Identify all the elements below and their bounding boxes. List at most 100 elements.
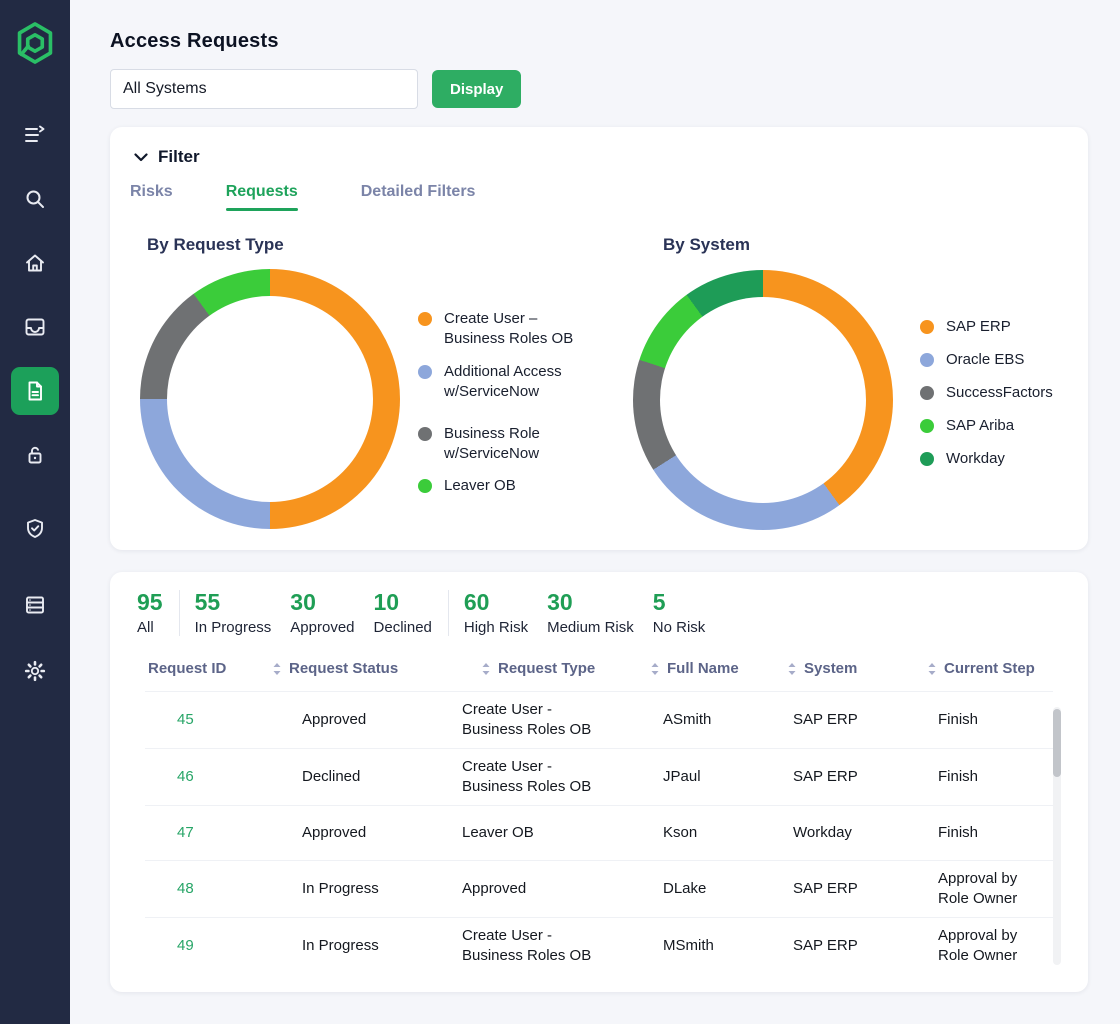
request-id-link[interactable]: 46: [177, 768, 194, 785]
stat-label: Approved: [290, 619, 354, 636]
summary-stats: 95 All 55 In Progress 30 Approved 10 Dec…: [110, 572, 1088, 636]
request-id-link[interactable]: 48: [177, 880, 194, 897]
cell-full-name: MSmith: [615, 928, 748, 964]
server-icon: [23, 593, 47, 617]
sidebar-item-security[interactable]: [11, 505, 59, 553]
legend-dot: [920, 353, 934, 367]
hexagon-logo-icon: [15, 20, 55, 66]
scrollbar-track[interactable]: [1053, 707, 1061, 965]
cell-request-type: Leaver OB: [417, 815, 615, 851]
cell-system: SAP ERP: [748, 702, 880, 738]
app-logo[interactable]: [15, 20, 55, 71]
filter-tabs: Risks Requests Detailed Filters: [130, 183, 475, 201]
search-icon: [23, 187, 47, 211]
stat-value: 5: [653, 588, 706, 616]
requests-table: Request ID Request Status Request Type F…: [145, 660, 1053, 974]
sort-icon[interactable]: [927, 662, 937, 676]
cell-system: Workday: [748, 815, 880, 851]
stat-value: 10: [374, 588, 432, 616]
sidebar-item-home[interactable]: [11, 239, 59, 287]
legend-label: Create User – Business Roles OB: [444, 309, 573, 349]
results-card: 95 All 55 In Progress 30 Approved 10 Dec…: [110, 572, 1088, 992]
stat-value: 60: [464, 588, 528, 616]
cell-request-id: 48: [145, 871, 257, 907]
legend-label: SAP ERP: [946, 317, 1011, 337]
request-id-link[interactable]: 47: [177, 824, 194, 841]
document-icon: [23, 379, 47, 403]
column-header-current-step[interactable]: Current Step: [880, 660, 1053, 691]
cell-request-status: Approved: [257, 815, 417, 851]
chart-title-request-type: By Request Type: [147, 235, 284, 255]
filter-collapse-toggle[interactable]: Filter: [134, 147, 200, 167]
stat-label: High Risk: [464, 619, 528, 636]
legend-item: Leaver OB: [418, 476, 573, 496]
legend-dot: [418, 427, 432, 441]
sidebar-item-search[interactable]: [11, 175, 59, 223]
table-row: 46 DeclinedCreate User - Business Roles O…: [145, 748, 1053, 805]
main-content: Access Requests Display Filter Risks Req…: [70, 0, 1120, 1024]
request-id-link[interactable]: 45: [177, 711, 194, 728]
sort-icon[interactable]: [787, 662, 797, 676]
column-header-request-type[interactable]: Request Type: [417, 660, 615, 691]
stat-label: No Risk: [653, 619, 706, 636]
stat-value: 30: [547, 588, 634, 616]
cell-current-step: Approval by Role Owner: [880, 861, 1053, 917]
legend-system: SAP ERP Oracle EBS SuccessFactors SAP Ar…: [920, 317, 1053, 482]
column-header-system[interactable]: System: [748, 660, 880, 691]
cell-current-step: Approval by Role Owner: [880, 918, 1053, 974]
sidebar-item-systems[interactable]: [11, 581, 59, 629]
request-id-link[interactable]: 49: [177, 937, 194, 954]
cell-request-type: Approved: [417, 871, 615, 907]
stat-item: 30 Medium Risk: [547, 588, 634, 636]
sort-icon[interactable]: [650, 662, 660, 676]
cell-request-type: Create User - Business Roles OB: [417, 749, 615, 805]
legend-item: SAP ERP: [920, 317, 1053, 337]
stat-item: 55 In Progress: [195, 588, 272, 636]
scrollbar-thumb[interactable]: [1053, 709, 1061, 777]
legend-label: Additional Access w/ServiceNow: [444, 362, 562, 402]
menu-expand-icon: [23, 123, 47, 147]
column-header-request-id: Request ID: [145, 660, 257, 691]
stat-value: 30: [290, 588, 354, 616]
stat-item: 95 All: [137, 588, 163, 636]
table-row: 45ApprovedCreate User - Business Roles O…: [145, 691, 1053, 748]
cell-full-name: DLake: [615, 871, 748, 907]
system-select[interactable]: [110, 69, 418, 109]
cell-request-status: In Progress: [257, 871, 417, 907]
table-row: 47 ApprovedLeaver OBKsonWorkdayFinish: [145, 805, 1053, 860]
cell-system: SAP ERP: [748, 871, 880, 907]
stat-item: 30 Approved: [290, 588, 354, 636]
cell-request-type: Create User - Business Roles OB: [417, 692, 615, 748]
inbox-icon: [23, 315, 47, 339]
legend-item: Create User – Business Roles OB: [418, 309, 573, 349]
donut-chart-system: [633, 270, 893, 530]
sidebar-item-access[interactable]: [11, 431, 59, 479]
column-header-request-status[interactable]: Request Status: [257, 660, 417, 691]
cell-current-step: Finish: [880, 815, 1053, 851]
tab-detailed-filters[interactable]: Detailed Filters: [361, 183, 476, 201]
sidebar-item-inbox[interactable]: [11, 303, 59, 351]
tab-risks[interactable]: Risks: [130, 183, 173, 201]
cell-request-id: 47: [145, 815, 257, 851]
sidebar-item-settings[interactable]: [11, 647, 59, 695]
legend-item: Oracle EBS: [920, 350, 1053, 370]
sidebar-item-menu[interactable]: [11, 111, 59, 159]
chevron-down-icon: [134, 153, 148, 162]
settings-icon: [23, 659, 47, 683]
stat-label: Declined: [374, 619, 432, 636]
sort-icon[interactable]: [481, 662, 491, 676]
legend-dot: [418, 312, 432, 326]
column-header-full-name[interactable]: Full Name: [615, 660, 748, 691]
sidebar-item-requests[interactable]: [11, 367, 59, 415]
legend-dot: [920, 452, 934, 466]
cell-full-name: Kson: [615, 815, 748, 851]
stat-label: In Progress: [195, 619, 272, 636]
table-header-row: Request ID Request Status Request Type F…: [145, 660, 1053, 691]
stat-item: 60 High Risk: [464, 588, 528, 636]
stat-value: 95: [137, 588, 163, 616]
cell-current-step: Finish: [880, 702, 1053, 738]
display-button[interactable]: Display: [432, 70, 521, 108]
sort-icon[interactable]: [272, 662, 282, 676]
tab-requests[interactable]: Requests: [226, 183, 298, 201]
cell-request-status: Declined: [257, 759, 417, 795]
